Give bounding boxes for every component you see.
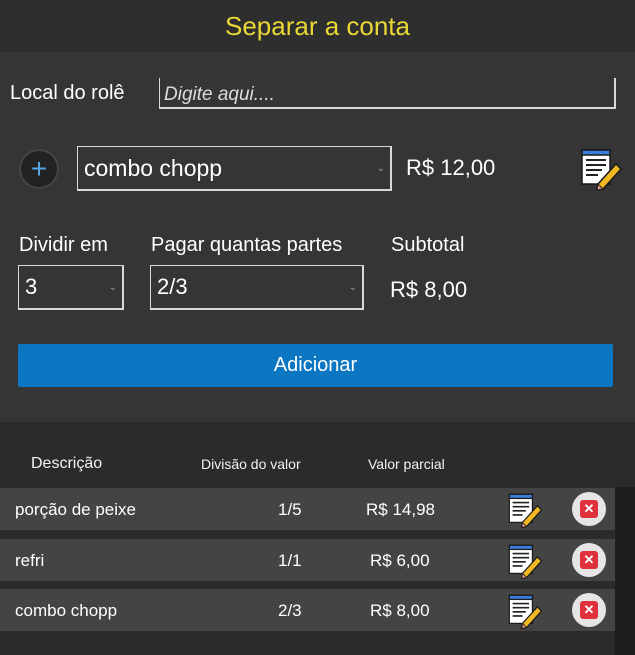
row-division: 1/1 — [278, 551, 302, 570]
subtotal-value: R$ 8,00 — [390, 277, 468, 302]
chevron-down-icon: ⌄ — [108, 281, 117, 293]
header-divisao: Divisão do valor — [201, 456, 301, 472]
row-value: R$ 14,98 — [366, 500, 435, 519]
row-division: 2/3 — [278, 601, 302, 620]
row-value: R$ 6,00 — [370, 551, 430, 570]
chevron-down-icon: ⌄ — [376, 162, 385, 174]
notepad-pencil-icon[interactable] — [506, 491, 544, 529]
notepad-pencil-icon[interactable] — [506, 592, 544, 630]
notepad-pencil-icon[interactable] — [578, 146, 624, 192]
local-label: Local do rolê — [10, 82, 125, 104]
table-row: refri 1/1 R$ 6,00 ✕ — [0, 539, 615, 581]
item-price: R$ 12,00 — [406, 155, 496, 180]
scrollbar[interactable] — [615, 487, 635, 655]
delete-button[interactable]: ✕ — [572, 593, 606, 627]
header-valor: Valor parcial — [368, 456, 445, 472]
item-select[interactable]: combo chopp ⌄ — [77, 146, 392, 191]
dividir-select[interactable]: 3 ⌄ — [18, 265, 124, 310]
row-value: R$ 8,00 — [370, 601, 430, 620]
subtotal-label: Subtotal — [391, 234, 465, 256]
row-description: combo chopp — [15, 601, 118, 620]
delete-button[interactable]: ✕ — [572, 543, 606, 577]
partes-select-value: 2/3 — [157, 274, 188, 299]
close-icon: ✕ — [580, 601, 598, 619]
dividir-select-value: 3 — [25, 274, 38, 299]
partes-select[interactable]: 2/3 ⌄ — [150, 265, 364, 310]
plus-icon: + — [30, 153, 48, 184]
add-button[interactable]: Adicionar — [18, 344, 613, 387]
chevron-down-icon: ⌄ — [348, 281, 357, 293]
add-button-label: Adicionar — [273, 354, 358, 376]
header-descricao: Descrição — [31, 455, 103, 472]
delete-button[interactable]: ✕ — [572, 492, 606, 526]
row-description: porção de peixe — [15, 500, 136, 519]
app-header: Separar a conta — [0, 0, 635, 52]
page-title: Separar a conta — [224, 10, 410, 41]
table-row: porção de peixe 1/5 R$ 14,98 ✕ — [0, 488, 615, 530]
table-row: combo chopp 2/3 R$ 8,00 ✕ — [0, 589, 615, 631]
partes-label: Pagar quantas partes — [151, 234, 343, 256]
row-description: refri — [15, 551, 45, 570]
close-icon: ✕ — [580, 500, 598, 518]
notepad-pencil-icon[interactable] — [506, 542, 544, 580]
dividir-label: Dividir em — [19, 234, 108, 256]
item-select-value: combo chopp — [84, 154, 223, 181]
row-division: 1/5 — [278, 500, 302, 519]
add-item-button[interactable]: + — [19, 149, 59, 189]
close-icon: ✕ — [580, 551, 598, 569]
local-input[interactable] — [159, 78, 616, 109]
